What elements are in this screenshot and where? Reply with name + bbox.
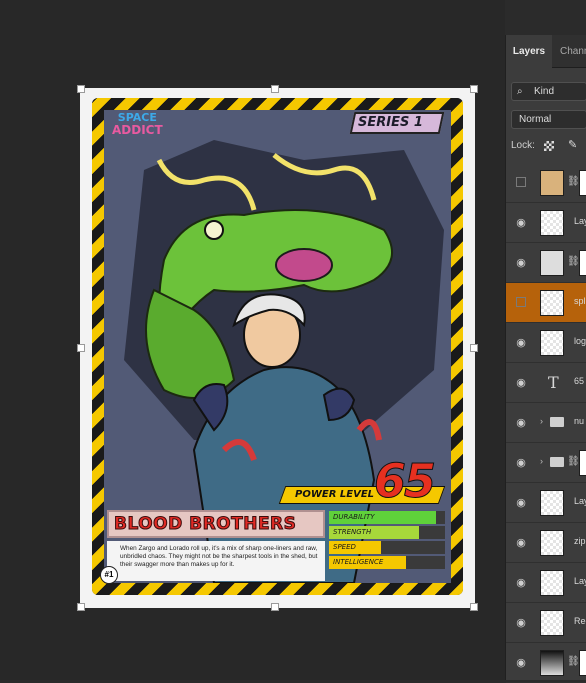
layer-mask-thumbnail [579,250,586,276]
canvas-area[interactable]: SERIES 1 SPACE ADDICT POWER LEVEL 65 BLO… [0,0,505,680]
eye-icon[interactable]: ◉ [514,616,528,629]
transform-handle[interactable] [271,603,279,611]
layer-name: Rec [574,616,586,626]
eye-icon[interactable]: ◉ [514,336,528,349]
layer-thumbnail [540,170,564,196]
logo-bottom-text: ADDICT [112,123,163,137]
tab-layers[interactable]: Layers [506,35,552,68]
tab-channels[interactable]: Chann [560,35,586,68]
trading-card: SERIES 1 SPACE ADDICT POWER LEVEL 65 BLO… [92,98,463,595]
blend-mode-value: Normal [519,114,552,125]
layer-mask-thumbnail [579,450,586,476]
layer-thumbnail [540,570,564,596]
series-label: SERIES 1 [358,115,423,130]
layer-row[interactable]: ⛓ [506,163,586,203]
transform-handle[interactable] [77,344,85,352]
visibility-off-icon[interactable] [516,177,526,187]
layer-row[interactable]: ◉ › nu [506,403,586,443]
eye-icon[interactable]: ◉ [514,496,528,509]
layer-name: spl [574,296,586,306]
layer-row[interactable]: ◉ ⛓ [506,243,586,283]
layer-row[interactable]: spl [506,283,586,323]
layer-name: zip [574,536,586,546]
layer-name: nu [574,416,585,426]
stat-strength: STRENGTH [329,526,445,539]
text-layer-icon: T [548,373,559,392]
link-icon: ⛓ [567,656,580,667]
lock-paint-brush-icon[interactable]: ✎ [568,138,577,151]
card-description: When Zargo and Lorado roll up, it's a mi… [120,545,318,568]
stat-speed: SPEED [329,541,445,554]
kind-filter-value: Kind [534,86,555,97]
layers-panel: Layers Chann ⌕ Kind Normal Lock: ✎ ⛓ ◉ L… [505,35,586,683]
search-icon: ⌕ [517,86,523,97]
power-level-value: 65 [373,454,436,509]
layer-thumbnail [540,210,564,236]
layer-row[interactable]: ◉ T 65 [506,363,586,403]
stats-panel: DURABILITY STRENGTH SPEED INTELLIGENCE [329,511,445,571]
panel-tabs: Layers Chann [506,35,586,68]
link-icon: ⛓ [567,256,580,267]
stat-durability: DURABILITY [329,511,445,524]
visibility-off-icon[interactable] [516,297,526,307]
layer-row[interactable]: ◉ logo [506,323,586,363]
folder-icon [550,417,564,427]
layer-row[interactable]: ◉ zip [506,523,586,563]
layer-thumbnail [540,610,564,636]
layer-thumbnail [540,490,564,516]
stat-intelligence: INTELLIGENCE [329,556,445,569]
layer-name: logo [574,336,586,346]
layer-list: ⛓ ◉ Lay ◉ ⛓ spl ◉ logo ◉ T 65 [506,163,586,683]
layer-row[interactable]: ◉ Rec [506,603,586,643]
layer-kind-filter[interactable]: ⌕ Kind [511,82,586,101]
blend-mode-select[interactable]: Normal [511,110,586,129]
link-icon: ⛓ [567,456,580,467]
transform-handle[interactable] [470,85,478,93]
layer-name: Lay [574,216,586,226]
layer-mask-thumbnail [579,170,586,196]
layer-row[interactable]: ◉ Lay [506,483,586,523]
layer-mask-thumbnail [579,650,586,676]
eye-icon[interactable]: ◉ [514,216,528,229]
eye-icon[interactable]: ◉ [514,416,528,429]
layer-thumbnail [540,530,564,556]
transform-handle[interactable] [470,603,478,611]
eye-icon[interactable]: ◉ [514,536,528,549]
transform-handle[interactable] [470,344,478,352]
stat-label: STRENGTH [333,528,372,536]
transform-handle[interactable] [271,85,279,93]
lock-row: Lock: [511,138,535,154]
power-level-label: POWER LEVEL [295,489,375,500]
transform-handle[interactable] [77,603,85,611]
eye-icon[interactable]: ◉ [514,456,528,469]
eye-icon[interactable]: ◉ [514,376,528,389]
layer-thumbnail [540,330,564,356]
stat-label: DURABILITY [333,513,375,521]
card-title: BLOOD BROTHERS [113,514,297,535]
stat-label: INTELLIGENCE [333,558,384,566]
layer-name: 65 [574,376,585,386]
card-number: #1 [100,566,118,584]
layer-thumbnail [540,290,564,316]
chevron-right-icon[interactable]: › [540,416,543,426]
lock-transparency-icon[interactable] [544,141,554,151]
chevron-right-icon[interactable]: › [540,456,543,466]
eye-icon[interactable]: ◉ [514,576,528,589]
layer-row[interactable]: ◉ ⛓ [506,643,586,683]
stat-label: SPEED [333,543,356,551]
eye-icon[interactable]: ◉ [514,656,528,669]
eye-icon[interactable]: ◉ [514,256,528,269]
link-icon: ⛓ [567,176,580,187]
folder-icon [550,457,564,467]
layer-thumbnail [540,250,564,276]
layer-name: Lay [574,496,586,506]
lock-label: Lock: [511,140,535,151]
transform-handle[interactable] [77,85,85,93]
layer-name: Lay [574,576,586,586]
layer-row[interactable]: ◉ Lay [506,563,586,603]
layer-row[interactable]: ◉ › ⛓ [506,443,586,483]
space-addict-logo: SPACE ADDICT [112,112,163,137]
layer-thumbnail [540,650,564,676]
layer-row[interactable]: ◉ Lay [506,203,586,243]
